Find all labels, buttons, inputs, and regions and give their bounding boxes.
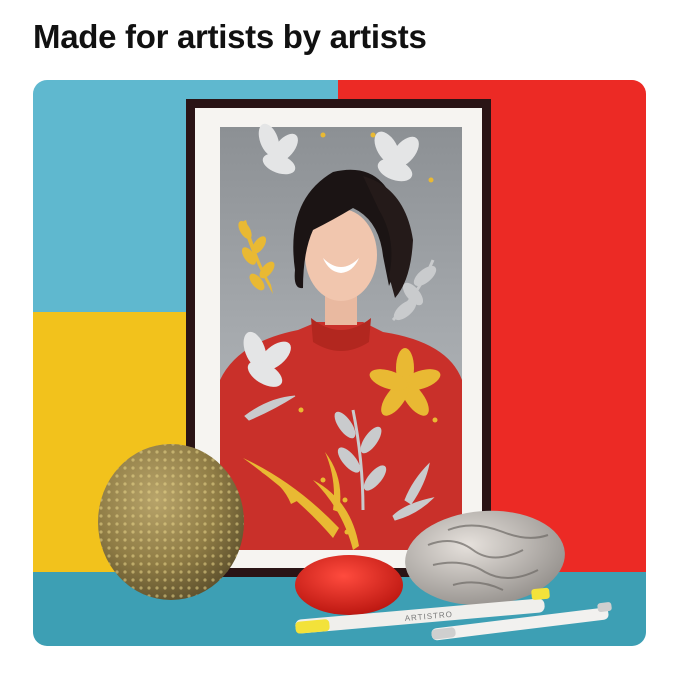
product-scene: ARTISTRO [33, 80, 646, 646]
red-rock [295, 555, 403, 615]
product-photo: ARTISTRO [33, 80, 646, 646]
page-title: Made for artists by artists [33, 18, 427, 55]
